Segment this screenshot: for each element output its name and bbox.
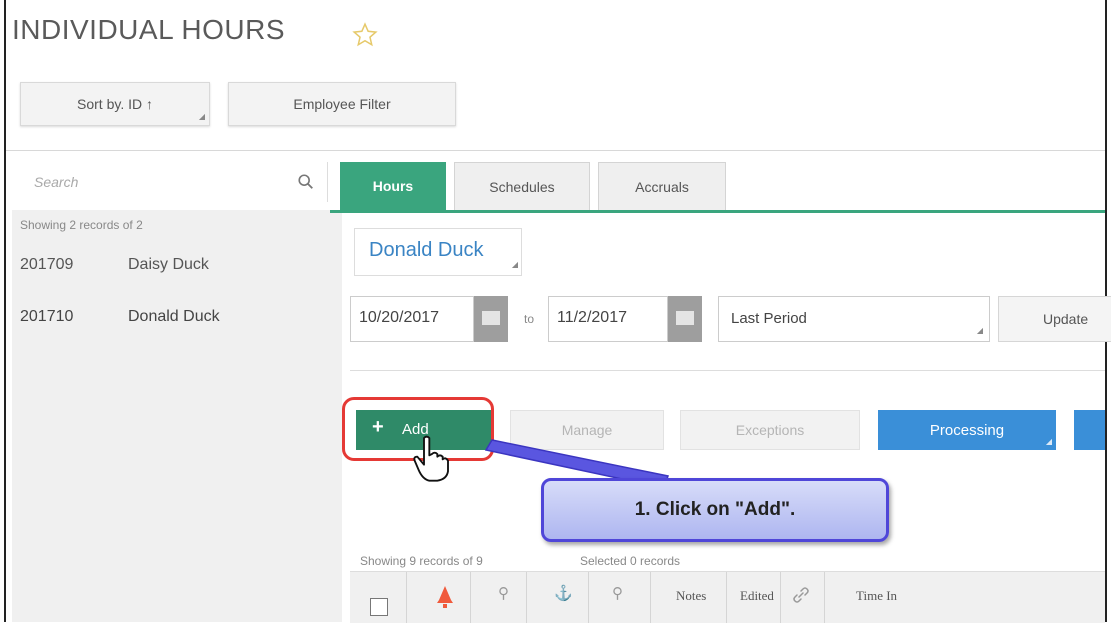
split-icon[interactable]: ⚲ bbox=[612, 584, 623, 602]
update-button[interactable]: Update bbox=[998, 296, 1111, 342]
chevron-down-icon: ◢ bbox=[1045, 437, 1052, 446]
column-divider bbox=[470, 572, 471, 623]
search-placeholder: Search bbox=[34, 174, 79, 190]
punch-in-icon[interactable]: ⚲ bbox=[498, 584, 509, 602]
tab-underline bbox=[330, 210, 1105, 213]
chevron-down-icon: ◢ bbox=[511, 260, 518, 269]
column-divider bbox=[650, 572, 651, 623]
page-title: INDIVIDUAL HOURS bbox=[12, 14, 286, 45]
employee-id: 201710 bbox=[20, 308, 74, 325]
employee-id: 201709 bbox=[20, 256, 74, 273]
end-date-input[interactable]: 11/2/2017 bbox=[548, 296, 668, 342]
sidebar-record-count: Showing 2 records of 2 bbox=[20, 218, 143, 232]
search-icon[interactable] bbox=[297, 173, 315, 191]
table-header: ⚲ ⚓ ⚲ Notes Edited Time In bbox=[350, 571, 1105, 623]
column-divider bbox=[406, 572, 407, 623]
start-date-value: 10/20/2017 bbox=[359, 309, 440, 326]
employee-selector[interactable]: Donald Duck ◢ bbox=[354, 228, 522, 276]
column-header-edited[interactable]: Edited bbox=[740, 588, 774, 604]
employee-filter-label: Employee Filter bbox=[293, 96, 391, 112]
employee-filter-button[interactable]: Employee Filter bbox=[228, 82, 456, 126]
chevron-down-icon: ◢ bbox=[976, 326, 983, 335]
column-divider bbox=[824, 572, 825, 623]
punch-out-icon[interactable]: ⚓ bbox=[554, 584, 573, 602]
hand-cursor-icon bbox=[413, 435, 449, 482]
start-date-input[interactable]: 10/20/2017 bbox=[350, 296, 474, 342]
employee-selector-value: Donald Duck bbox=[369, 239, 484, 261]
start-calendar-icon[interactable] bbox=[474, 296, 508, 342]
period-select-value: Last Period bbox=[731, 310, 807, 327]
end-date-value: 11/2/2017 bbox=[557, 309, 627, 326]
exceptions-button-label: Exceptions bbox=[735, 422, 805, 438]
table-selected-count: Selected 0 records bbox=[580, 554, 681, 568]
sort-button-label: Sort by. ID ↑ bbox=[77, 96, 153, 112]
section-divider bbox=[350, 370, 1105, 371]
favorite-star-icon[interactable] bbox=[352, 22, 378, 48]
update-button-label: Update bbox=[1043, 311, 1089, 327]
column-divider bbox=[526, 572, 527, 623]
sort-button[interactable]: Sort by. ID ↑ ◢ bbox=[20, 82, 210, 126]
column-header-time-in[interactable]: Time In bbox=[856, 588, 897, 604]
column-header-notes[interactable]: Notes bbox=[676, 588, 706, 604]
column-divider bbox=[588, 572, 589, 623]
link-icon[interactable] bbox=[792, 586, 810, 604]
window-border-left bbox=[4, 0, 6, 622]
end-calendar-icon[interactable] bbox=[668, 296, 702, 342]
select-all-checkbox[interactable] bbox=[370, 598, 388, 616]
table-record-count: Showing 9 records of 9 bbox=[360, 554, 483, 568]
sort-caret-icon: ◢ bbox=[198, 112, 205, 121]
callout-text: 1. Click on "Add". bbox=[634, 499, 796, 520]
tab-schedules[interactable]: Schedules bbox=[454, 162, 590, 210]
header-divider bbox=[6, 150, 1105, 151]
search-input[interactable]: Search bbox=[14, 162, 328, 202]
tab-hours-label: Hours bbox=[372, 178, 414, 194]
column-divider bbox=[780, 572, 781, 623]
processing-button[interactable]: Processing ◢ bbox=[878, 410, 1056, 450]
instruction-callout: 1. Click on "Add". bbox=[541, 478, 889, 542]
period-select[interactable]: Last Period ◢ bbox=[718, 296, 990, 342]
employee-name: Donald Duck bbox=[128, 308, 220, 325]
processing-button-label: Processing bbox=[929, 421, 1005, 439]
alert-bell-icon[interactable] bbox=[434, 584, 456, 610]
tab-schedules-label: Schedules bbox=[489, 178, 555, 195]
column-divider bbox=[726, 572, 727, 623]
tab-accruals[interactable]: Accruals bbox=[598, 162, 726, 210]
tab-accruals-label: Accruals bbox=[635, 178, 689, 195]
employee-name: Daisy Duck bbox=[128, 256, 209, 273]
overflow-button[interactable] bbox=[1074, 410, 1105, 450]
date-range-to-label: to bbox=[524, 312, 535, 326]
tab-hours[interactable]: Hours bbox=[340, 162, 446, 210]
